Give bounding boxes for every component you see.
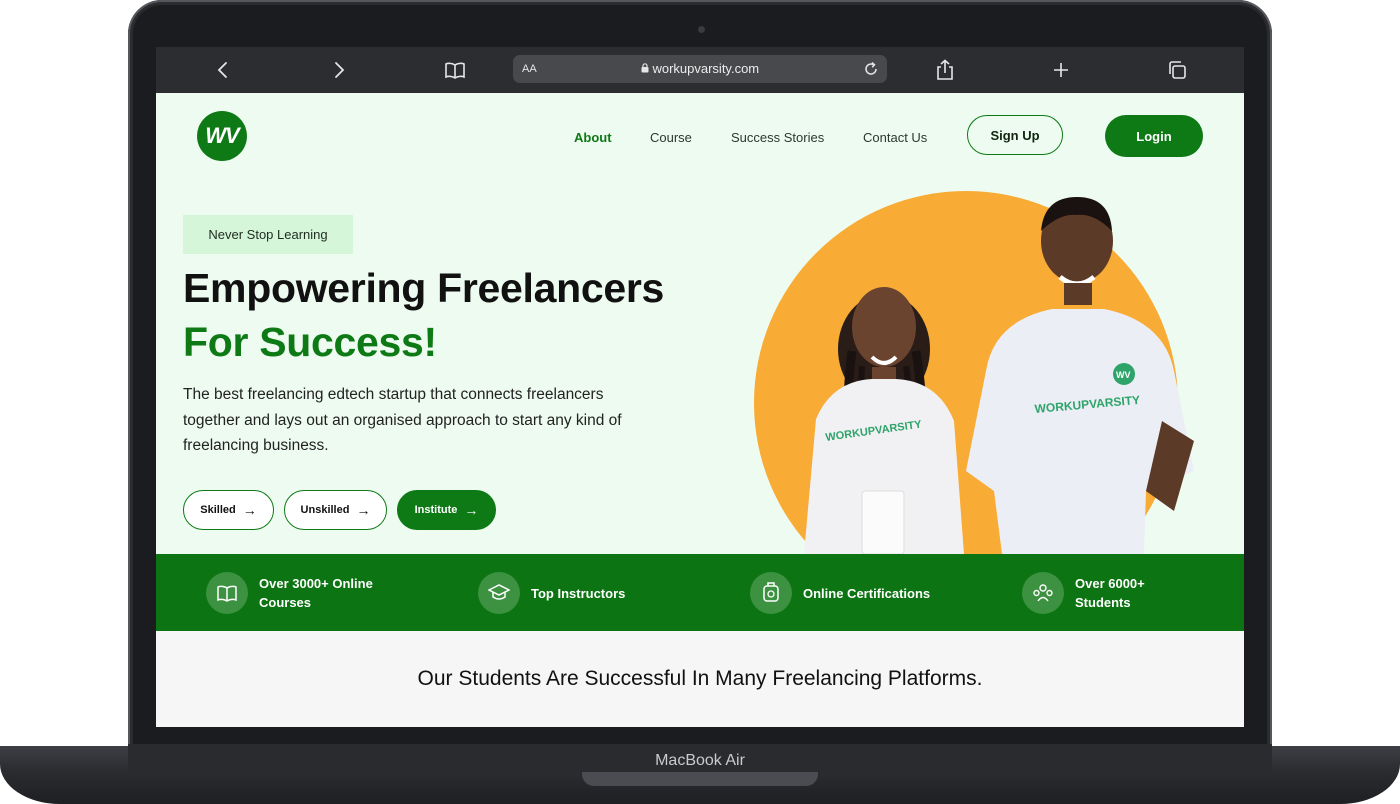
stats-band: Over 3000+ Online Courses Top Instructor…	[156, 554, 1244, 631]
arrow-right-icon: →	[464, 502, 479, 518]
stat-students-line2: Students	[1075, 595, 1131, 610]
skilled-button[interactable]: Skilled →	[183, 490, 274, 530]
web-page: WV About Course Success Stories Contact …	[156, 93, 1244, 727]
platforms-title: Our Students Are Successful In Many Free…	[417, 667, 983, 690]
nav-about[interactable]: About	[574, 130, 612, 145]
bookmarks-icon[interactable]	[442, 57, 468, 83]
reload-icon[interactable]	[861, 59, 881, 79]
hero-description: The best freelancing edtech startup that…	[183, 386, 622, 454]
nav-contact-us[interactable]: Contact Us	[863, 130, 927, 145]
laptop-notch	[582, 772, 818, 786]
platforms-section: Our Students Are Successful In Many Free…	[156, 631, 1244, 727]
back-icon[interactable]	[210, 57, 236, 83]
site-logo[interactable]: WV	[197, 111, 247, 161]
url-text: workupvarsity.com	[652, 61, 760, 76]
hero-image: WORKUPVARSITY WV WORKUPVARSITY	[754, 191, 1224, 554]
tabs-icon[interactable]	[1164, 57, 1190, 83]
institute-button[interactable]: Institute →	[397, 490, 496, 530]
stat-courses-line1: Over 3000+ Online	[259, 576, 373, 591]
skilled-button-label: Skilled	[200, 504, 236, 516]
share-icon[interactable]	[932, 57, 958, 83]
login-button[interactable]: Login	[1105, 115, 1203, 157]
hero-title: Empowering Freelancers For Success!	[183, 261, 664, 369]
model-label: MacBook Air	[655, 752, 745, 769]
address-bar[interactable]: AA workupvarsity.com	[513, 55, 887, 83]
screen: AA workupvarsity.com WV About Course Suc…	[156, 47, 1244, 727]
hero-title-line1: Empowering Freelancers	[183, 265, 665, 311]
graduation-cap-icon	[478, 572, 520, 614]
stat-certifications: Online Certifications	[750, 572, 930, 614]
stat-courses: Over 3000+ Online Courses	[206, 572, 373, 614]
stat-instructors: Top Instructors	[478, 572, 625, 614]
institute-button-label: Institute	[414, 504, 458, 516]
arrow-right-icon: →	[356, 502, 371, 518]
new-tab-icon[interactable]	[1048, 57, 1074, 83]
lock-icon	[641, 61, 653, 76]
hero-title-line2: For Success!	[183, 319, 437, 365]
unskilled-button-label: Unskilled	[300, 504, 350, 516]
nav-course[interactable]: Course	[650, 130, 692, 145]
arrow-right-icon: →	[242, 502, 257, 518]
stat-students: Over 6000+ Students	[1022, 572, 1145, 614]
students-icon	[1022, 572, 1064, 614]
url-display: workupvarsity.com	[513, 61, 887, 76]
certificate-icon	[750, 572, 792, 614]
shirt-logo: WV	[1116, 370, 1131, 380]
signup-button[interactable]: Sign Up	[967, 115, 1063, 155]
stat-certifications-label: Online Certifications	[803, 585, 931, 601]
unskilled-button[interactable]: Unskilled →	[284, 490, 387, 530]
forward-icon[interactable]	[326, 57, 352, 83]
stat-courses-line2: Courses	[259, 595, 312, 610]
stat-instructors-label: Top Instructors	[531, 585, 626, 601]
camera	[698, 26, 705, 33]
browser-toolbar: AA workupvarsity.com	[156, 47, 1244, 93]
book-icon	[206, 572, 248, 614]
hero-tagline: Never Stop Learning	[183, 215, 353, 254]
nav-success-stories[interactable]: Success Stories	[731, 130, 824, 145]
stat-students-line1: Over 6000+	[1075, 576, 1145, 591]
